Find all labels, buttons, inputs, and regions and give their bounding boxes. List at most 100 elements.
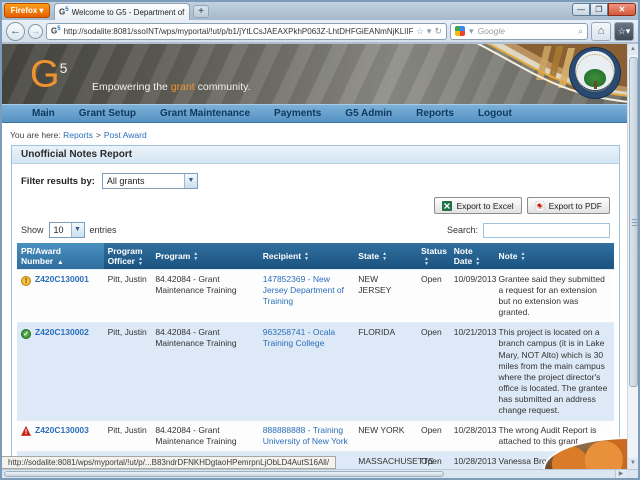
sort-both-icon: ▲▼ (304, 252, 309, 261)
program-officer-cell: Pitt, Justin (104, 323, 152, 420)
vertical-scrollbar[interactable]: ▲ ▼ (627, 44, 638, 469)
recipient-link[interactable]: 147852369 - New Jersey Department of Tra… (263, 274, 344, 306)
chevron-down-icon[interactable]: ▼ (71, 223, 84, 237)
note-date-cell: 10/28/2013 (450, 420, 495, 451)
reload-icon[interactable]: ↻ (434, 26, 442, 37)
column-header-state[interactable]: State▲▼ (354, 243, 417, 270)
report-title: Unofficial Notes Report (12, 146, 619, 164)
note-date-cell: 10/09/2013 (450, 270, 495, 323)
bookmark-star-icon[interactable]: ☆ (416, 26, 424, 37)
browser-toolbar: ← → G5 http://sodalite:8081/ssoINT/wps/m… (2, 20, 638, 43)
horizontal-scrollbar-thumb[interactable] (4, 471, 444, 477)
status-cell: Open (417, 323, 450, 420)
scroll-up-icon[interactable]: ▲ (628, 44, 638, 55)
firefox-menu-button[interactable]: Firefox ▾ (4, 3, 50, 18)
table-row: !Z420C130001Pitt, Justin84.42084 - Grant… (17, 270, 614, 323)
page-length-select[interactable]: 10 ▼ (49, 222, 85, 238)
close-button[interactable]: ✕ (608, 3, 636, 16)
caret-down-icon: ▾ (39, 6, 43, 15)
menu-item-grant-maintenance[interactable]: Grant Maintenance (148, 108, 262, 119)
search-engine-box[interactable]: ▾ Google ⌕ (450, 23, 588, 40)
column-header-note-date[interactable]: Note Date▲▼ (450, 243, 495, 270)
show-entries-row: Show 10 ▼ entries Search: (12, 218, 619, 243)
horizontal-scrollbar[interactable]: ▶ (2, 469, 638, 478)
note-date-cell: 10/21/2013 (450, 323, 495, 420)
back-button[interactable]: ← (6, 22, 25, 41)
show-label: Show (21, 225, 44, 235)
maximize-button[interactable]: ❐ (590, 3, 608, 16)
search-engine-dropdown-icon[interactable]: ▾ (469, 26, 474, 37)
breadcrumb-prefix: You are here: (10, 130, 61, 140)
column-label: Program (155, 251, 190, 261)
recipient-link[interactable]: 963258741 - Ocala Training College (263, 327, 335, 348)
filter-select[interactable]: All grants ▼ (102, 173, 198, 189)
column-header-recipient[interactable]: Recipient▲▼ (259, 243, 355, 270)
menu-item-grant-setup[interactable]: Grant Setup (67, 108, 148, 119)
award-number-link[interactable]: Z420C130002 (35, 327, 89, 337)
sort-both-icon: ▲▼ (475, 257, 480, 266)
sort-down-glyph: ▼ (475, 262, 480, 267)
g5-banner: G5 Empowering the grant community. (2, 44, 629, 104)
column-header-program[interactable]: Program▲▼ (151, 243, 258, 270)
award-cell: !Z420C130003 (17, 420, 104, 451)
minimize-button[interactable]: — (572, 3, 590, 16)
award-number-link[interactable]: Z420C130003 (35, 425, 89, 435)
table-row: !Z420C130003Pitt, Justin84.42084 - Grant… (17, 420, 614, 451)
status-cell: Open (417, 270, 450, 323)
forward-button[interactable]: → (28, 24, 43, 39)
menu-item-reports[interactable]: Reports (404, 108, 466, 119)
g5-favicon: G5 (59, 7, 69, 17)
table-search-input[interactable] (483, 223, 610, 238)
state-cell: NEW JERSEY (354, 270, 417, 323)
bookmarks-button[interactable]: ☆▾ (614, 22, 634, 41)
scroll-right-icon[interactable]: ▶ (615, 470, 626, 478)
chevron-down-icon[interactable]: ▼ (184, 174, 197, 188)
menu-item-g5-admin[interactable]: G5 Admin (333, 108, 404, 119)
program-officer-cell: Pitt, Justin (104, 270, 152, 323)
breadcrumb-separator: > (96, 130, 101, 140)
column-header-pr-award-number[interactable]: PR/Award Number▲ (17, 243, 104, 270)
menu-item-payments[interactable]: Payments (262, 108, 333, 119)
menu-item-logout[interactable]: Logout (466, 108, 524, 119)
url-text[interactable]: http://sodalite:8081/ssoINT/wps/myportal… (64, 27, 413, 36)
search-icon[interactable]: ⌕ (578, 26, 583, 37)
column-header-status[interactable]: Status▲▼ (417, 243, 450, 270)
award-number-link[interactable]: Z420C130001 (35, 274, 89, 284)
sort-both-icon: ▲▼ (520, 252, 525, 261)
vertical-scrollbar-thumb[interactable] (629, 57, 638, 387)
export-to-pdf-button[interactable]: Export to PDF (527, 197, 610, 214)
recipient-link[interactable]: 888888888 - Training University of New Y… (263, 425, 348, 446)
search-label: Search: (447, 225, 478, 235)
address-bar[interactable]: G5 http://sodalite:8081/ssoINT/wps/mypor… (46, 23, 447, 40)
sort-down-glyph: ▼ (520, 257, 525, 262)
sort-asc-icon: ▲ (57, 259, 63, 266)
menu-item-main[interactable]: Main (20, 108, 67, 119)
search-engine-label[interactable]: Google (478, 26, 574, 36)
breadcrumb: You are here: Reports>Post Award (2, 123, 629, 145)
breadcrumb-links: Reports>Post Award (63, 130, 147, 140)
column-header-program-officer[interactable]: Program Officer▲▼ (104, 243, 152, 270)
breadcrumb-link[interactable]: Post Award (104, 130, 147, 140)
browser-tab[interactable]: G5 Welcome to G5 - Department of Educati… (54, 3, 190, 20)
status-cell: Open (417, 420, 450, 451)
export-to-excel-label: Export to Excel (456, 201, 513, 211)
new-tab-button[interactable]: + (193, 5, 209, 18)
column-label: Note Date (454, 246, 473, 266)
g5-logo: G5 (30, 48, 67, 95)
program-cell: 84.42084 - Grant Maintenance Training (151, 270, 258, 323)
status-cell: Open (417, 451, 450, 469)
notes-table: PR/Award Number▲Program Officer▲▼Program… (17, 243, 614, 469)
home-button[interactable]: ⌂ (591, 22, 611, 41)
export-to-pdf-label: Export to PDF (549, 201, 602, 211)
state-cell: NEW YORK (354, 420, 417, 451)
breadcrumb-link[interactable]: Reports (63, 130, 93, 140)
url-dropdown-icon[interactable]: ▾ (427, 26, 432, 37)
scroll-down-icon[interactable]: ▼ (628, 458, 638, 469)
sort-down-glyph: ▼ (424, 262, 429, 267)
column-header-note[interactable]: Note▲▼ (495, 243, 614, 270)
dept-of-education-seal (569, 47, 621, 99)
green-check-icon: ✓ (21, 329, 31, 339)
column-label: Recipient (263, 251, 301, 261)
note-cell: This project is located on a branch camp… (495, 323, 614, 420)
export-to-excel-button[interactable]: Export to Excel (434, 197, 521, 214)
